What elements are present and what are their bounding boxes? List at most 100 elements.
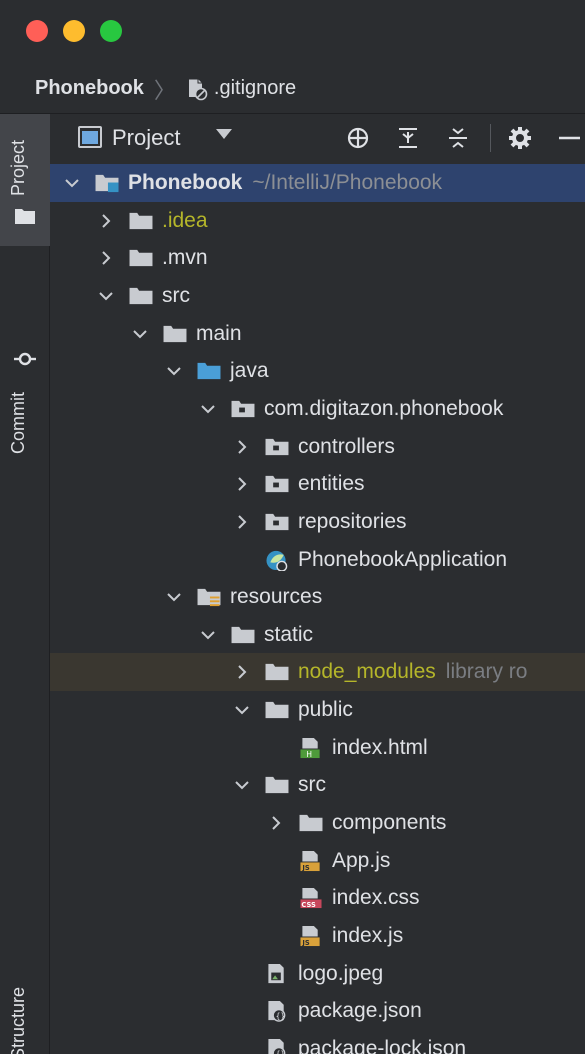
tree-row[interactable]: logo.jpeg — [50, 955, 585, 993]
tree-row[interactable]: {} package.json — [50, 992, 585, 1030]
tree-item-hint: library ro — [445, 660, 528, 684]
gear-icon[interactable] — [508, 126, 532, 150]
close-window-button[interactable] — [26, 20, 48, 42]
chevron-right-icon[interactable] — [96, 211, 116, 231]
tree-row[interactable]: java — [50, 352, 585, 390]
tool-window-strip: Project Commit Structure — [0, 114, 50, 1054]
tree-item-label: public — [298, 698, 353, 722]
js-file-icon: JS — [300, 850, 320, 872]
json-file-icon: {} — [268, 1001, 286, 1023]
chevron-down-icon[interactable] — [164, 361, 184, 381]
tree-item-label: src — [162, 283, 190, 307]
tree-item-label: components — [332, 811, 447, 835]
tree-row[interactable]: com.digitazon.phonebook — [50, 390, 585, 428]
folder-icon — [265, 701, 289, 719]
svg-text:JS: JS — [301, 864, 309, 872]
tree-row[interactable]: entities — [50, 465, 585, 503]
toolbar-separator — [490, 124, 491, 152]
resources-folder-icon — [197, 589, 221, 607]
locate-file-icon[interactable] — [346, 126, 370, 150]
zoom-window-button[interactable] — [100, 20, 122, 42]
js-file-icon: JS — [300, 925, 320, 947]
chevron-down-icon[interactable] — [130, 324, 150, 344]
commit-tool-label[interactable]: Commit — [8, 392, 29, 454]
chevron-right-icon[interactable] — [96, 248, 116, 268]
structure-tool-label[interactable]: Structure — [8, 987, 29, 1054]
breadcrumb-project[interactable]: Phonebook — [35, 77, 144, 100]
tree-row[interactable]: static — [50, 616, 585, 654]
tree-row[interactable]: repositories — [50, 503, 585, 541]
collapse-all-icon[interactable] — [446, 126, 470, 150]
chevron-right-icon[interactable] — [232, 437, 252, 457]
tree-item-label: controllers — [298, 434, 395, 458]
folder-icon — [129, 250, 153, 267]
chevron-down-icon[interactable] — [96, 286, 116, 306]
tree-row[interactable]: components — [50, 804, 585, 842]
tree-item-label: java — [230, 359, 269, 383]
chevron-down-icon[interactable] — [216, 129, 232, 139]
tree-row[interactable]: JS App.js — [50, 842, 585, 880]
image-file-icon — [268, 963, 284, 983]
chevron-down-icon[interactable] — [232, 700, 252, 720]
tree-row[interactable]: PhonebookApplication — [50, 541, 585, 579]
chevron-right-icon[interactable] — [266, 813, 286, 833]
project-toolbar: Project — [50, 114, 585, 164]
tree-item-label: static — [264, 622, 314, 646]
svg-text:CSS: CSS — [301, 901, 316, 909]
module-folder-icon — [95, 174, 119, 193]
commit-icon — [14, 352, 36, 366]
tree-row[interactable]: src — [50, 766, 585, 804]
tree-row[interactable]: resources — [50, 578, 585, 616]
tree-row[interactable]: public — [50, 691, 585, 729]
breadcrumb-file-label: .gitignore — [213, 77, 297, 99]
json-file-icon: {} — [268, 1038, 286, 1054]
minimize-window-button[interactable] — [63, 20, 85, 42]
tree-row[interactable]: Phonebook ~/IntelliJ/Phonebook — [50, 164, 585, 202]
chevron-right-icon[interactable] — [232, 662, 252, 682]
package-icon — [231, 400, 255, 418]
chevron-down-icon[interactable] — [198, 399, 218, 419]
chevron-down-icon[interactable] — [198, 625, 218, 645]
chevron-down-icon[interactable] — [164, 587, 184, 607]
svg-text:{}: {} — [276, 1012, 286, 1021]
breadcrumb-file[interactable]: .gitignore — [186, 77, 296, 101]
folder-icon — [163, 325, 187, 342]
tree-row[interactable]: src — [50, 277, 585, 315]
tree-row[interactable]: main — [50, 315, 585, 353]
folder-icon — [299, 814, 323, 832]
chevron-down-icon[interactable] — [232, 775, 252, 795]
package-icon — [265, 476, 289, 493]
css-file-icon: CSS — [300, 888, 322, 909]
tree-item-label: main — [196, 321, 242, 345]
tree-row[interactable]: controllers — [50, 428, 585, 466]
project-view-selector[interactable]: Project — [112, 125, 180, 151]
tree-row[interactable]: node_modules library ro — [50, 653, 585, 692]
package-icon — [265, 438, 289, 455]
breadcrumb-separator: 〉 — [153, 77, 176, 103]
tree-row[interactable]: Hindex.html — [50, 729, 585, 767]
expand-all-icon[interactable] — [396, 126, 420, 150]
ignored-file-icon — [188, 78, 208, 100]
html-file-icon: H — [300, 737, 320, 759]
svg-text:H: H — [306, 750, 312, 759]
tree-row[interactable]: {} package-lock.json — [50, 1030, 585, 1054]
folder-icon — [129, 212, 153, 229]
chevron-right-icon[interactable] — [232, 512, 252, 532]
folder-icon — [15, 209, 35, 224]
svg-text:{}: {} — [276, 1050, 286, 1054]
minimize-panel-icon[interactable] — [556, 126, 580, 150]
tree-row[interactable]: .mvn — [50, 239, 585, 277]
tree-item-label: Phonebook — [128, 171, 243, 194]
tree-row[interactable]: CSS index.css — [50, 879, 585, 917]
tree-item-label: src — [298, 773, 326, 797]
tree-item-hint: ~/IntelliJ/Phonebook — [252, 171, 443, 194]
tree-row[interactable]: JS index.js — [50, 917, 585, 955]
svg-text:JS: JS — [301, 939, 309, 947]
tree-row[interactable]: .idea — [50, 202, 585, 240]
chevron-down-icon[interactable] — [62, 173, 82, 193]
tree-item-label: .mvn — [162, 246, 208, 270]
source-folder-icon — [197, 363, 221, 380]
chevron-right-icon[interactable] — [232, 474, 252, 494]
tree-item-label: PhonebookApplication — [298, 547, 507, 571]
project-tool-label[interactable]: Project — [8, 140, 29, 196]
